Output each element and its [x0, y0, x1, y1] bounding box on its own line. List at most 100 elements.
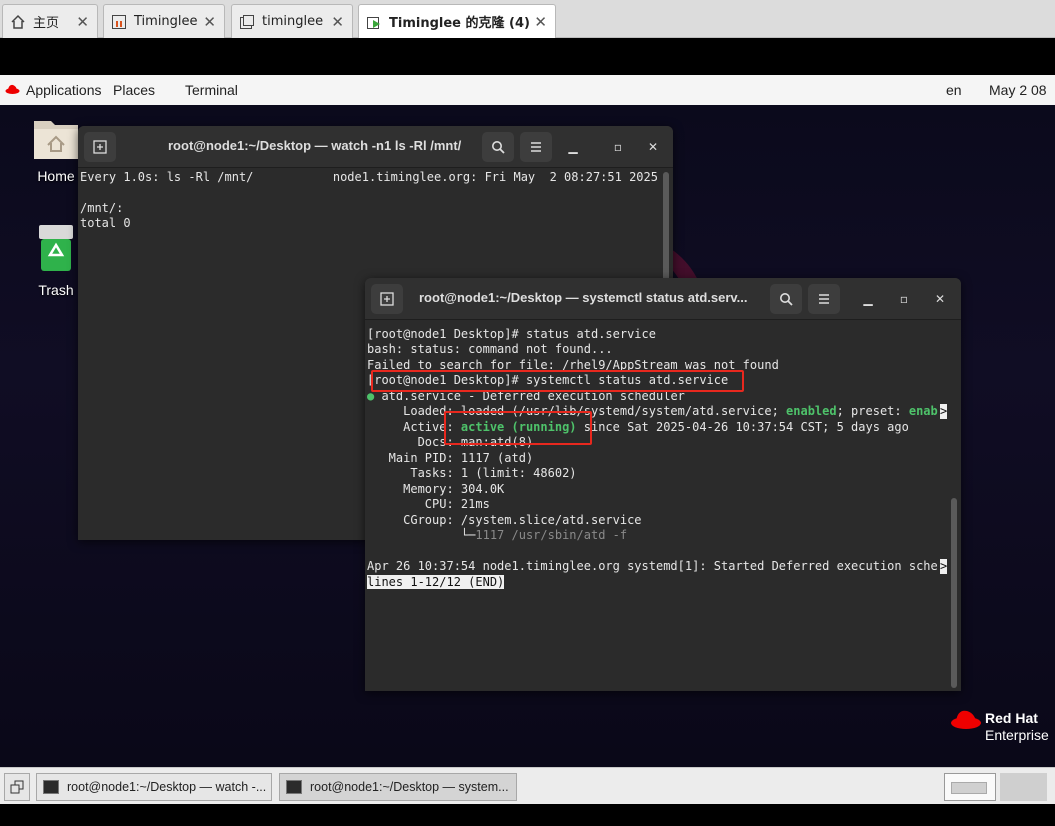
tab-timinglee[interactable]: Timinglee ✕ [103, 4, 225, 38]
workspace-1[interactable] [944, 773, 996, 801]
scrollbar[interactable] [951, 498, 957, 688]
output-line: CPU: 21ms [367, 497, 490, 511]
show-desktop-icon [10, 780, 24, 794]
brand-line-1: Red Hat [985, 710, 1038, 726]
redhat-icon [5, 84, 20, 94]
terminal-header: root@node1:~/Desktop — systemctl status … [365, 278, 961, 320]
output-line: Memory: 304.0K [367, 482, 505, 496]
gnome-top-bar: Applications Places Terminal en May 2 08 [0, 75, 1055, 105]
tab-timinglee-2[interactable]: timinglee ✕ [231, 4, 353, 38]
output-line: /mnt/: [80, 201, 124, 215]
search-button[interactable] [770, 284, 802, 314]
terminal-output[interactable]: [root@node1 Desktop]# status atd.service… [365, 320, 961, 691]
redhat-logo-icon [951, 710, 981, 729]
menu-button[interactable] [520, 132, 552, 162]
desktop: Home Trash root@node1:~/Desktop — watch … [0, 105, 1055, 767]
desktop-icon-home[interactable]: Home [26, 115, 86, 184]
enabled-state: enabled [786, 404, 837, 418]
output-line: Apr 26 10:37:54 node1.timinglee.org syst… [367, 559, 938, 573]
taskbar-label: root@node1:~/Desktop — system... [310, 780, 509, 794]
new-tab-button[interactable] [84, 132, 116, 162]
clock[interactable]: May 2 08 [989, 82, 1047, 98]
preset-state: enab [908, 404, 938, 418]
terminal-window-systemctl[interactable]: root@node1:~/Desktop — systemctl status … [365, 278, 961, 691]
maximize-icon: ▫ [899, 292, 909, 306]
vm-tab-bar: 主页 ✕ Timinglee ✕ timinglee ✕ Timinglee 的… [0, 0, 1055, 38]
output-line: CGroup: /system.slice/atd.service [367, 513, 642, 527]
hamburger-icon [819, 294, 829, 304]
minimize-button[interactable]: ▁ [858, 289, 878, 309]
overflow-marker: > [940, 404, 948, 420]
tab-home[interactable]: 主页 ✕ [2, 4, 98, 38]
home-icon [9, 13, 27, 31]
window-list-bar: root@node1:~/Desktop — watch -... root@n… [0, 767, 1055, 804]
menu-button[interactable] [808, 284, 840, 314]
window-title: root@node1:~/Desktop — systemctl status … [419, 290, 748, 305]
window-icon [238, 13, 256, 31]
tab-label: Timinglee 的克隆 (4) [389, 16, 530, 31]
terminal-icon [286, 780, 302, 794]
search-icon [780, 293, 793, 306]
desktop-icon-label: Home [37, 168, 75, 184]
new-tab-button[interactable] [371, 284, 403, 314]
workspace-window-preview [951, 782, 987, 794]
output-line: [root@node1 Desktop]# status atd.service [367, 327, 656, 341]
show-desktop-button[interactable] [4, 773, 30, 801]
highlight-box-command [371, 370, 744, 392]
window-title: root@node1:~/Desktop — watch -n1 ls -Rl … [168, 138, 462, 153]
maximize-icon: ▫ [613, 140, 623, 154]
close-icon: ✕ [647, 140, 659, 154]
workspace-2[interactable] [1000, 773, 1047, 801]
places-menu[interactable]: Places [113, 82, 155, 98]
cgroup-tree: └─ [367, 528, 476, 542]
tab-label: 主页 [33, 16, 60, 31]
close-button[interactable]: ✕ [643, 137, 663, 157]
new-tab-icon [93, 140, 107, 154]
minimize-icon: ▁ [568, 140, 578, 154]
tab-label: Timinglee [134, 14, 198, 29]
language-indicator[interactable]: en [946, 82, 962, 98]
pager-status: lines 1-12/12 (END) [367, 575, 505, 589]
output-line: └─1117 /usr/sbin/atd -f [367, 528, 627, 543]
tab-timinglee-clone-4[interactable]: Timinglee 的克隆 (4) ✕ [358, 4, 556, 38]
desktop-icon-trash[interactable]: Trash [26, 223, 86, 298]
close-icon[interactable]: ✕ [203, 13, 216, 31]
minimize-button[interactable]: ▁ [563, 137, 583, 157]
preset-label: ; preset: [836, 404, 909, 418]
brand-line-2: Enterprise [985, 727, 1049, 743]
home-folder-icon [34, 121, 78, 159]
active-since: since Sat 2025-04-26 10:37:54 CST; 5 day… [576, 420, 909, 434]
hamburger-icon [531, 142, 541, 152]
output-line: Tasks: 1 (limit: 48602) [367, 466, 577, 480]
vm-running-icon [365, 13, 383, 31]
maximize-button[interactable]: ▫ [608, 137, 628, 157]
new-tab-icon [380, 292, 394, 306]
terminal-app-menu[interactable]: Terminal [185, 82, 238, 98]
close-icon[interactable]: ✕ [76, 13, 89, 31]
close-icon[interactable]: ✕ [534, 13, 547, 31]
taskbar-item-systemctl[interactable]: root@node1:~/Desktop — system... [279, 773, 517, 801]
overflow-marker: > [940, 559, 948, 575]
taskbar-item-watch[interactable]: root@node1:~/Desktop — watch -... [36, 773, 272, 801]
applications-menu[interactable]: Applications [26, 82, 102, 98]
desktop-icon-label: Trash [38, 282, 74, 298]
output-line: Main PID: 1117 (atd) [367, 451, 534, 465]
tab-label: timinglee [262, 14, 324, 29]
search-button[interactable] [482, 132, 514, 162]
search-icon [492, 141, 505, 154]
taskbar-label: root@node1:~/Desktop — watch -... [67, 780, 267, 794]
vm-border [0, 38, 1055, 75]
terminal-header: root@node1:~/Desktop — watch -n1 ls -Rl … [78, 126, 673, 168]
highlight-box-active [444, 411, 592, 445]
output-line: lines 1-12/12 (END) [367, 575, 505, 590]
output-line: total 0 [80, 216, 131, 230]
close-icon[interactable]: ✕ [331, 13, 344, 31]
vm-icon [110, 13, 128, 31]
close-button[interactable]: ✕ [930, 289, 950, 309]
minimize-icon: ▁ [863, 292, 873, 306]
vm-bottom-border [0, 804, 1055, 826]
cgroup-process: 1117 /usr/sbin/atd -f [475, 528, 628, 542]
maximize-button[interactable]: ▫ [894, 289, 914, 309]
terminal-icon [43, 780, 59, 794]
output-line: bash: status: command not found... [367, 342, 613, 356]
